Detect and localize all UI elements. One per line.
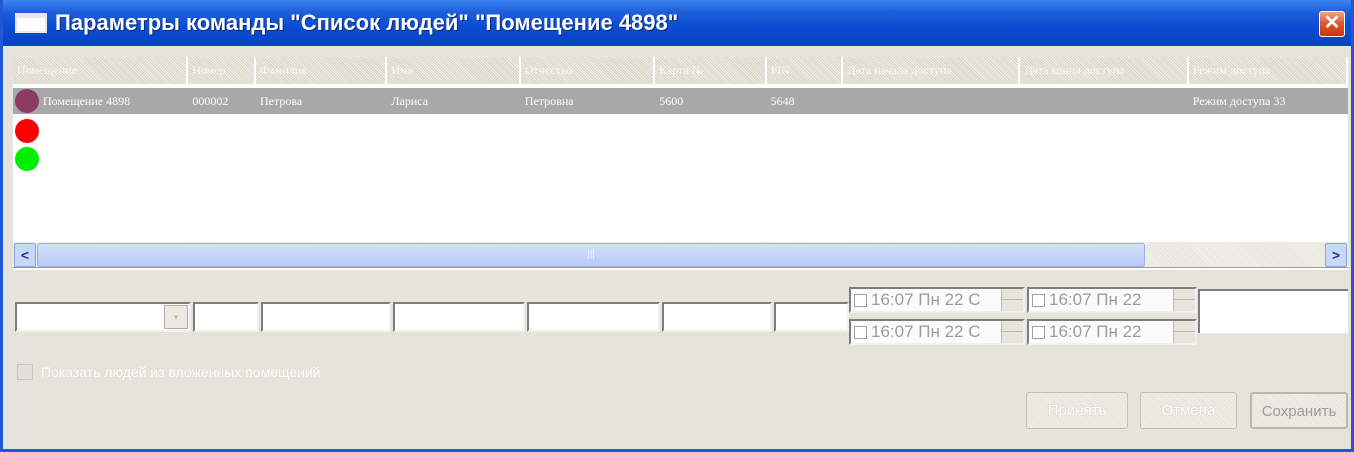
cell-firstname: Лариса bbox=[391, 93, 429, 108]
grid-header: Помещение Номер Фамилия Имя Отчество Кар… bbox=[13, 57, 1348, 84]
apply-button[interactable]: Принять bbox=[1026, 392, 1128, 429]
title-bar[interactable]: Параметры команды "Список людей" "Помеще… bbox=[3, 0, 1351, 46]
window-title: Параметры команды "Список людей" "Помеще… bbox=[55, 10, 679, 35]
spin-icon[interactable] bbox=[1001, 289, 1023, 311]
status-dot-red-icon bbox=[15, 119, 39, 143]
cell-patronymic: Петровна bbox=[524, 93, 574, 108]
date-enable-checkbox[interactable] bbox=[1032, 325, 1045, 339]
col-header-number[interactable]: Номер bbox=[188, 57, 256, 84]
filter-number-input[interactable] bbox=[193, 302, 259, 332]
date-value: 16:07 Пн 22 С bbox=[871, 322, 981, 341]
spin-icon[interactable] bbox=[1173, 321, 1195, 343]
filter-lastname-input[interactable] bbox=[261, 302, 391, 332]
filter-pin-input[interactable] bbox=[774, 302, 849, 332]
scroll-thumb[interactable]: ||| bbox=[37, 243, 1145, 267]
window-icon bbox=[15, 13, 47, 33]
date-value: 16:07 Пн 22 bbox=[1049, 290, 1142, 309]
filter-room-combo[interactable]: ▾ bbox=[15, 302, 191, 332]
filter-patronymic-input[interactable] bbox=[527, 302, 660, 332]
filter-card-input[interactable] bbox=[662, 302, 772, 332]
scroll-left-icon[interactable]: < bbox=[14, 243, 36, 267]
table-row[interactable]: Помещение 4898 000002 Петрова Лариса Пет… bbox=[13, 88, 1348, 114]
horizontal-scrollbar[interactable]: < ||| > bbox=[13, 242, 1348, 268]
col-header-pin[interactable]: PIN bbox=[766, 57, 844, 84]
col-header-card[interactable]: Карта № bbox=[655, 57, 767, 84]
spin-icon[interactable] bbox=[1001, 321, 1023, 343]
cancel-button[interactable]: Отмена bbox=[1140, 392, 1237, 429]
status-dot-purple-icon bbox=[15, 89, 39, 113]
status-dot-green-icon bbox=[15, 147, 39, 171]
col-header-firstname[interactable]: Имя bbox=[387, 57, 521, 84]
spin-icon[interactable] bbox=[1173, 289, 1195, 311]
filter-firstname-input[interactable] bbox=[393, 302, 525, 332]
col-header-patronymic[interactable]: Отчество bbox=[520, 57, 656, 84]
close-button[interactable]: ✕ bbox=[1319, 11, 1345, 37]
access-start-to-picker[interactable]: 16:07 Пн 22 С bbox=[849, 319, 1025, 345]
access-start-from-picker[interactable]: 16:07 Пн 22 С bbox=[849, 287, 1025, 313]
people-grid[interactable]: Помещение Номер Фамилия Имя Отчество Кар… bbox=[13, 57, 1348, 270]
cell-access-mode: Режим доступа 33 bbox=[1192, 93, 1286, 108]
filter-access-mode-input[interactable] bbox=[1198, 289, 1348, 333]
nested-rooms-checkbox[interactable] bbox=[17, 364, 33, 380]
date-value: 16:07 Пн 22 bbox=[1049, 322, 1142, 341]
date-enable-checkbox[interactable] bbox=[1032, 293, 1045, 307]
date-value: 16:07 Пн 22 С bbox=[871, 290, 981, 309]
cell-room: Помещение 4898 bbox=[43, 93, 131, 108]
cell-pin: 5648 bbox=[770, 93, 795, 108]
col-header-access-start[interactable]: Дата начала доступа bbox=[843, 57, 1021, 84]
col-header-access-end[interactable]: Дата конца доступа bbox=[1020, 57, 1189, 84]
col-header-room[interactable]: Помещение bbox=[13, 57, 189, 84]
date-enable-checkbox[interactable] bbox=[854, 293, 867, 307]
chevron-down-icon[interactable]: ▾ bbox=[164, 305, 188, 329]
access-end-from-picker[interactable]: 16:07 Пн 22 bbox=[1027, 287, 1197, 313]
access-end-to-picker[interactable]: 16:07 Пн 22 bbox=[1027, 319, 1197, 345]
cell-card: 5600 bbox=[659, 93, 684, 108]
nested-rooms-label: Показать людей из вложенных помещений bbox=[41, 364, 321, 380]
col-header-lastname[interactable]: Фамилия bbox=[255, 57, 388, 84]
cell-number: 000002 bbox=[192, 93, 229, 108]
save-button[interactable]: Сохранить bbox=[1250, 392, 1348, 429]
cell-lastname: Петрова bbox=[260, 93, 303, 108]
date-enable-checkbox[interactable] bbox=[854, 325, 867, 339]
scroll-right-icon[interactable]: > bbox=[1325, 243, 1347, 267]
col-header-access-mode[interactable]: Режим доступа bbox=[1188, 57, 1348, 84]
